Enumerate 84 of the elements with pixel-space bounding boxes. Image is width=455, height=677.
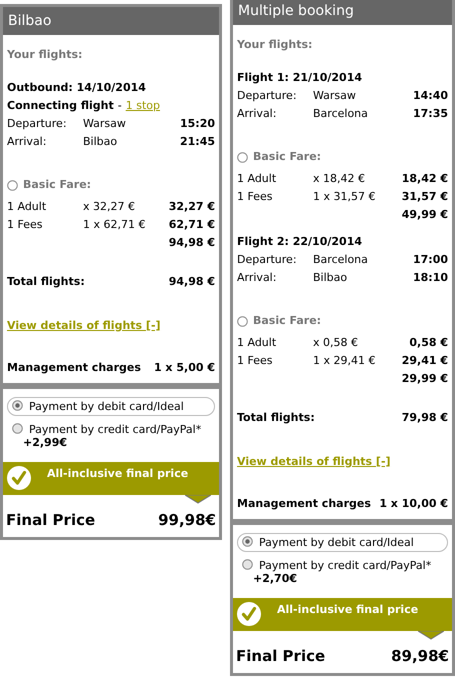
leg-label: Departure: [7,116,68,132]
radio-button[interactable] [242,536,253,547]
surcharge-text: +2,99€ [23,436,68,449]
payment-option[interactable]: Payment by credit card/PayPal* +2,99€ [7,420,215,452]
payment-label: Payment by debit card/Ideal [259,536,414,549]
passenger-label: 1 Adult [237,334,278,351]
unit-price: x 18,42 € [313,170,366,187]
payment-label: Payment by credit card/PayPal* [259,559,432,572]
radio-button[interactable] [237,152,248,162]
city-text: Warsaw [313,88,357,104]
flight-heading: Flight 1: 21/10/2014 [237,70,363,86]
unit-price: 1 x 29,41 € [313,352,376,369]
check-icon [237,602,261,626]
city-text: Bilbao [83,134,118,150]
leg-label: Departure: [237,88,298,104]
charges-label: Management charges [7,360,141,376]
radio-button[interactable] [237,316,248,326]
time-text: 14:40 [412,88,448,104]
fare-label: Basic Fare: [23,176,92,193]
section-heading: Your flights: [237,37,314,53]
payment-label: Payment by debit card/Ideal [29,400,184,413]
radio-button[interactable] [7,180,18,190]
total-label: Total flights: [7,274,85,290]
banner-text: All-inclusive final price [47,466,188,482]
total-value: 79,98 € [402,410,448,426]
banner-text: All-inclusive final price [277,602,418,618]
time-text: 18:10 [412,270,448,286]
subtotal-text: 29,99 € [402,370,448,387]
connection-label: Connecting flight [7,98,114,114]
panel-header: Bilbao [3,7,219,35]
total-label: Total flights: [237,410,315,426]
city-text: Warsaw [83,116,127,132]
leg-label: Arrival: [237,106,278,122]
radio-button[interactable] [12,400,23,411]
fare-label: Basic Fare: [253,312,322,329]
passenger-label: 1 Fees [237,352,274,369]
leg-label: Departure: [237,252,298,268]
flight-heading: Flight 2: 22/10/2014 [237,234,363,250]
amount-text: 29,41 € [402,352,448,369]
payment-label: Payment by credit card/PayPal* [29,423,202,436]
subtotal-text: 49,99 € [402,206,448,223]
time-text: 15:20 [180,116,215,132]
payment-option[interactable]: Payment by credit card/PayPal* +2,70€ [237,556,448,588]
check-icon [7,466,31,490]
passenger-label: 1 Adult [237,170,278,187]
leg-label: Arrival: [237,270,278,286]
amount-text: 0,58 € [409,334,448,351]
charges-value: 1 x 5,00 € [154,360,215,376]
payment-option[interactable]: Payment by debit card/Ideal [237,533,448,552]
amount-text: 62,71 € [168,216,215,233]
total-value: 94,98 € [168,274,215,290]
unit-price: x 0,58 € [313,334,359,351]
passenger-label: 1 Fees [237,188,274,205]
city-text: Barcelona [313,106,369,122]
subtotal-text: 94,98 € [168,234,215,251]
separator-text: - [118,98,122,114]
charges-label: Management charges [237,496,371,512]
city-text: Barcelona [313,252,369,268]
passenger-label: 1 Adult [7,198,48,215]
final-price-label: Final Price [236,646,326,667]
final-price-value: 99,98€ [158,510,216,531]
flight-heading: Outbound: 14/10/2014 [7,80,147,96]
final-price-value: 89,98€ [391,646,449,667]
radio-button[interactable] [12,423,23,434]
amount-text: 32,27 € [168,198,215,215]
unit-price: 1 x 31,57 € [313,188,376,205]
radio-button[interactable] [242,559,253,570]
time-text: 17:00 [412,252,448,268]
time-text: 21:45 [180,134,215,150]
leg-label: Arrival: [7,134,48,150]
time-text: 17:35 [412,106,448,122]
payment-option[interactable]: Payment by debit card/Ideal [7,397,215,416]
surcharge-text: +2,70€ [253,572,298,585]
fare-label: Basic Fare: [253,148,322,165]
panel-header: Multiple booking [233,0,452,25]
amount-text: 31,57 € [402,188,448,205]
city-text: Bilbao [313,270,348,286]
final-price-label: Final Price [6,510,96,531]
passenger-label: 1 Fees [7,216,44,233]
charges-value: 1 x 10,00 € [379,496,448,512]
unit-price: 1 x 62,71 € [83,216,146,233]
amount-text: 18,42 € [402,170,448,187]
section-heading: Your flights: [7,47,84,63]
unit-price: x 32,27 € [83,198,136,215]
